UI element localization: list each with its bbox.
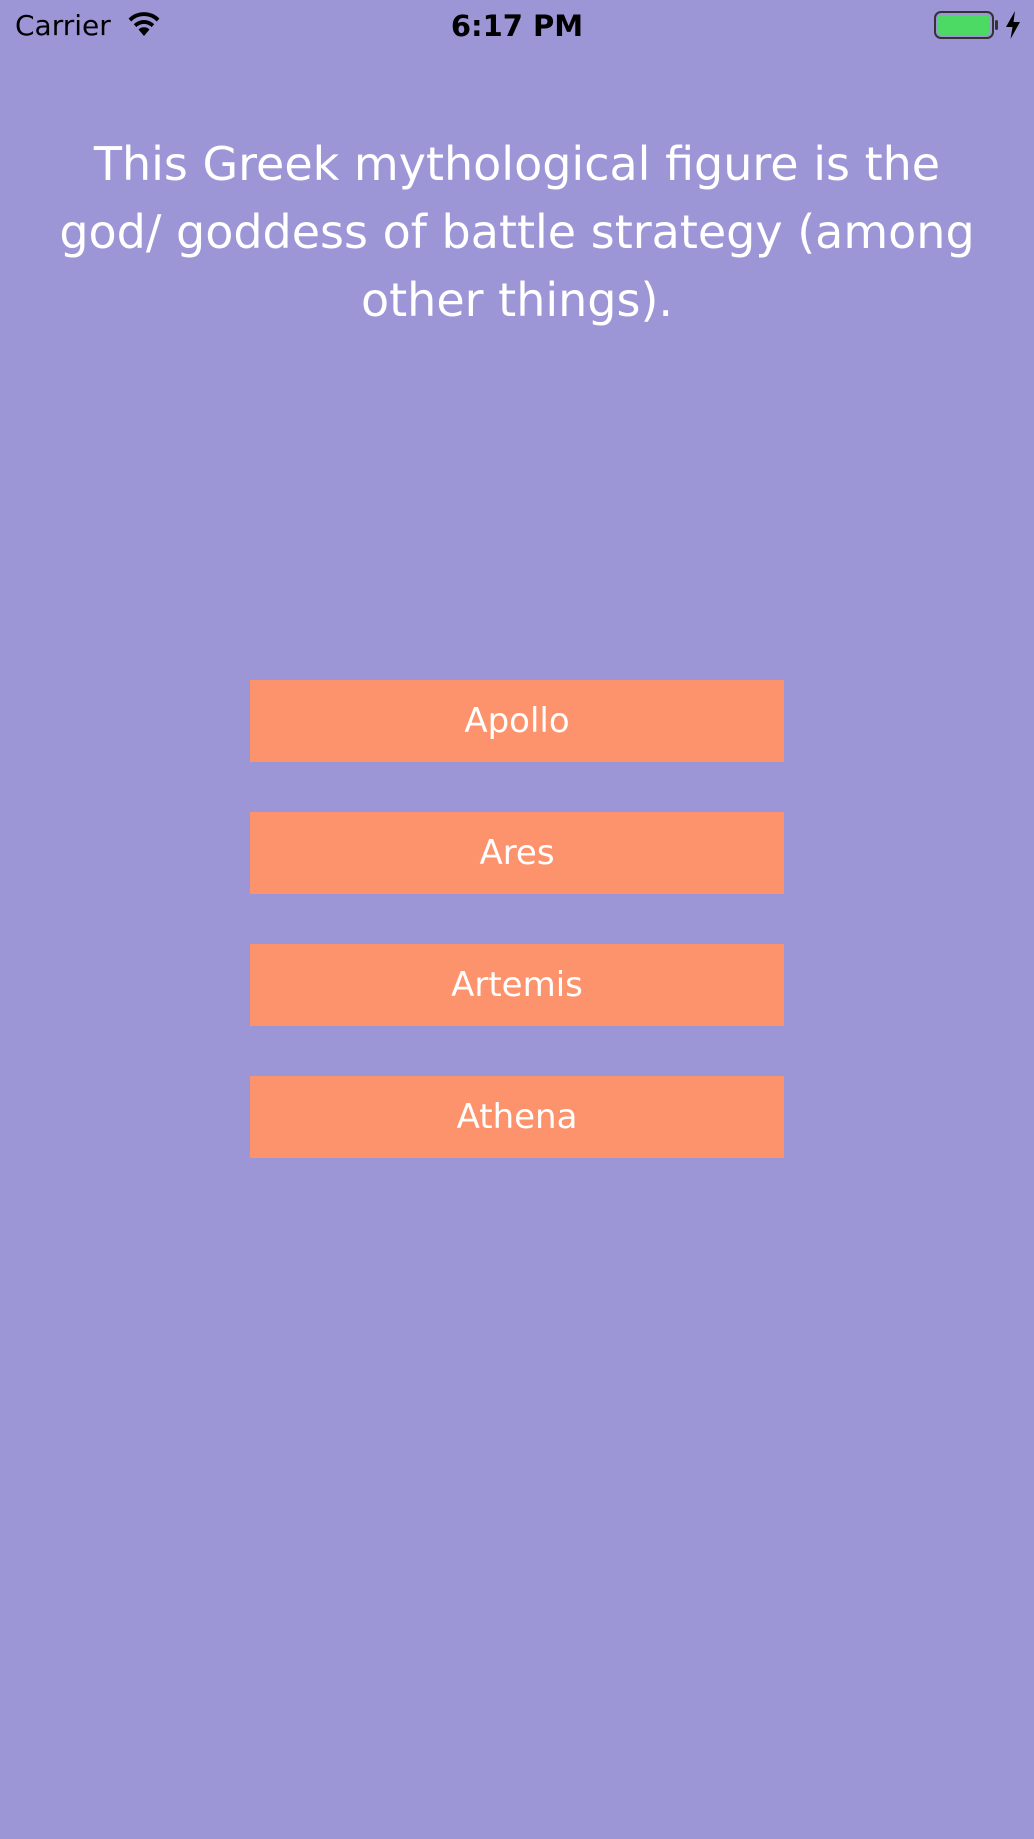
answer-button-ares[interactable]: Ares [250,812,784,894]
charging-bolt-icon [1006,11,1020,39]
battery-icon [934,11,998,39]
status-bar: Carrier 6:17 PM [0,0,1034,54]
answer-button-apollo[interactable]: Apollo [250,680,784,762]
answer-list: Apollo Ares Artemis Athena [250,680,784,1208]
quiz-screen: Carrier 6:17 PM This Greek mythological … [0,0,1034,1839]
answer-button-artemis[interactable]: Artemis [250,944,784,1026]
question-text: This Greek mythological figure is the go… [59,137,975,327]
status-time: 6:17 PM [450,9,584,43]
answer-button-athena[interactable]: Athena [250,1076,784,1158]
